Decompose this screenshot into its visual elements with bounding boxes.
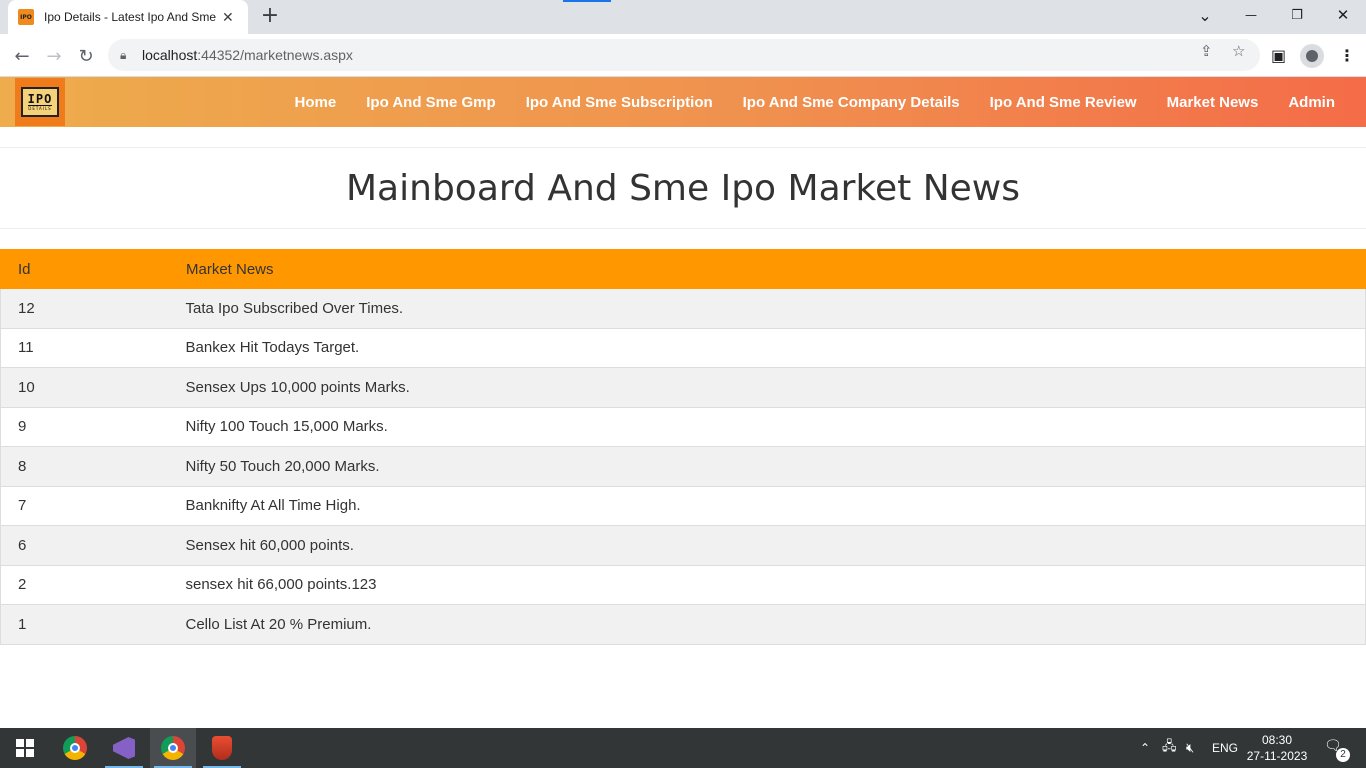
table-row: 12 Tata Ipo Subscribed Over Times. (0, 288, 1366, 329)
cell-id: 1 (0, 604, 186, 645)
menu-kebab-icon[interactable]: ⋮ (1339, 46, 1355, 65)
url-text: localhost:44352/marketnews.aspx (142, 47, 353, 63)
cell-news: sensex hit 66,000 points.123 (185, 564, 1366, 605)
site-logo[interactable]: IPO DETAILS (15, 78, 65, 126)
taskbar-chrome-active-button[interactable] (150, 728, 196, 768)
nav-admin[interactable]: Admin (1288, 94, 1335, 111)
back-arrow-icon[interactable]: ← (9, 43, 35, 69)
bookmark-star-icon[interactable]: ☆ (1232, 42, 1245, 60)
tab-title: Ipo Details - Latest Ipo And Sme (44, 10, 216, 24)
cell-news: Bankex Hit Todays Target. (185, 327, 1366, 368)
share-icon[interactable]: ⇪ (1200, 42, 1213, 60)
cell-news: Tata Ipo Subscribed Over Times. (185, 288, 1366, 329)
cell-id: 12 (0, 288, 186, 329)
tab-close-icon[interactable]: ✕ (222, 9, 234, 26)
start-button[interactable] (2, 728, 48, 768)
logo-text: IPO (27, 91, 53, 106)
taskbar-git-app-button[interactable] (199, 728, 245, 768)
forward-arrow-icon[interactable]: → (41, 43, 67, 69)
cell-id: 7 (0, 485, 186, 526)
clock-time: 08:30 (1261, 733, 1293, 747)
cell-id: 11 (0, 327, 186, 368)
main-menu: Home Ipo And Sme Gmp Ipo And Sme Subscri… (295, 77, 1366, 127)
column-header-id: Id (0, 249, 186, 289)
chrome-icon (63, 736, 87, 760)
clock-date: 27-11-2023 (1246, 749, 1308, 763)
notification-count-badge: 2 (1336, 748, 1350, 762)
minimize-button[interactable]: — (1228, 0, 1274, 30)
column-header-market-news: Market News (185, 249, 1366, 289)
cell-id: 9 (0, 406, 186, 447)
site-favicon-icon: IPO (18, 9, 34, 25)
network-icon[interactable]: 🖧︎ (1162, 728, 1177, 768)
nav-ipo-sme-company-details[interactable]: Ipo And Sme Company Details (743, 94, 960, 111)
show-hidden-icons-icon[interactable]: ⌃ (1140, 728, 1150, 768)
tab-indicator (563, 0, 611, 2)
side-panel-icon[interactable]: ▣ (1271, 46, 1286, 65)
cell-id: 10 (0, 367, 186, 408)
cell-news: Sensex hit 60,000 points. (185, 525, 1366, 566)
cell-news: Nifty 50 Touch 20,000 Marks. (185, 446, 1366, 487)
table-row: 11 Bankex Hit Todays Target. (0, 327, 1366, 368)
title-divider-bottom (0, 228, 1366, 229)
nav-ipo-sme-gmp[interactable]: Ipo And Sme Gmp (366, 94, 495, 111)
window-close-button[interactable]: ✕ (1320, 0, 1366, 30)
cell-id: 8 (0, 446, 186, 487)
nav-home[interactable]: Home (295, 94, 337, 111)
page-title: Mainboard And Sme Ipo Market News (346, 168, 1020, 209)
table-row: 1 Cello List At 20 % Premium. (0, 604, 1366, 645)
browser-tab[interactable]: IPO Ipo Details - Latest Ipo And Sme ✕ (8, 0, 248, 34)
restore-button[interactable]: ❐ (1274, 0, 1320, 30)
address-bar[interactable]: 🔒︎ localhost:44352/marketnews.aspx (108, 39, 1260, 71)
reload-icon[interactable]: ↻ (73, 43, 99, 69)
nav-ipo-sme-review[interactable]: Ipo And Sme Review (990, 94, 1137, 111)
browser-toolbar: ← → ↻ 🔒︎ localhost:44352/marketnews.aspx… (0, 34, 1366, 77)
market-news-table: Id Market News 12 Tata Ipo Subscribed Ove… (0, 249, 1366, 645)
site-navbar: IPO DETAILS Home Ipo And Sme Gmp Ipo And… (0, 77, 1366, 127)
logo-subtext: DETAILS (28, 104, 52, 111)
cell-news: Sensex Ups 10,000 points Marks. (185, 367, 1366, 408)
table-row: 2 sensex hit 66,000 points.123 (0, 564, 1366, 605)
language-indicator[interactable]: ENG (1212, 728, 1238, 768)
profile-avatar[interactable] (1300, 44, 1324, 68)
new-tab-button[interactable]: + (258, 5, 282, 29)
notification-center-icon[interactable]: 🗨︎ 2 (1324, 738, 1350, 762)
chrome-icon (161, 736, 185, 760)
nav-ipo-sme-subscription[interactable]: Ipo And Sme Subscription (526, 94, 713, 111)
volume-muted-icon[interactable]: 🔇︎ (1186, 728, 1194, 768)
table-row: 9 Nifty 100 Touch 15,000 Marks. (0, 406, 1366, 447)
cell-news: Nifty 100 Touch 15,000 Marks. (185, 406, 1366, 447)
visual-studio-icon (113, 737, 135, 759)
system-clock[interactable]: 08:30 27-11-2023 (1246, 732, 1308, 764)
lock-icon: 🔒︎ (120, 47, 127, 62)
table-row: 6 Sensex hit 60,000 points. (0, 525, 1366, 566)
cell-id: 6 (0, 525, 186, 566)
taskbar-chrome-button[interactable] (52, 728, 98, 768)
cell-id: 2 (0, 564, 186, 605)
browser-tabstrip: IPO Ipo Details - Latest Ipo And Sme ✕ +… (0, 0, 1366, 34)
tab-search-icon[interactable]: ⌄ (1182, 0, 1228, 30)
taskbar-visual-studio-button[interactable] (101, 728, 147, 768)
table-row: 8 Nifty 50 Touch 20,000 Marks. (0, 446, 1366, 487)
table-row: 10 Sensex Ups 10,000 points Marks. (0, 367, 1366, 408)
windows-taskbar: ⌃ 🖧︎ 🔇︎ ENG 08:30 27-11-2023 🗨︎ 2 (0, 728, 1366, 768)
table-header-row: Id Market News (0, 249, 1366, 289)
windows-logo-icon (16, 739, 34, 757)
nav-market-news[interactable]: Market News (1167, 94, 1259, 111)
table-row: 7 Banknifty At All Time High. (0, 485, 1366, 526)
cell-news: Banknifty At All Time High. (185, 485, 1366, 526)
title-divider-top (0, 147, 1366, 148)
git-app-icon (212, 736, 232, 760)
cell-news: Cello List At 20 % Premium. (185, 604, 1366, 645)
